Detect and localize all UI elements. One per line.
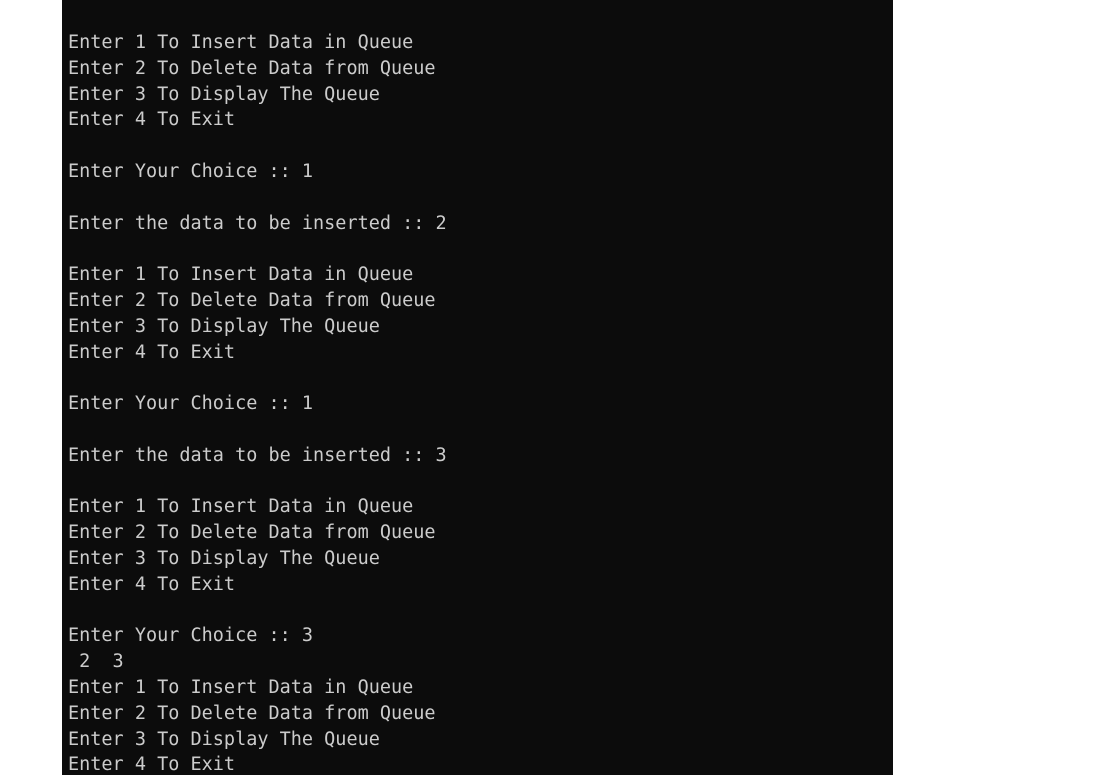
console-line: Enter 2 To Delete Data from Queue (68, 289, 436, 311)
console-line: Enter 1 To Insert Data in Queue (68, 264, 414, 286)
console-line: Enter 3 To Display The Queue (68, 547, 380, 569)
console-line: Enter 3 To Display The Queue (68, 728, 380, 750)
console-line: Enter 2 To Delete Data from Queue (68, 702, 436, 724)
console-line: Enter 4 To Exit (68, 109, 236, 131)
console-line: Enter 2 To Delete Data from Queue (68, 522, 436, 544)
console-line: Enter 1 To Insert Data in Queue (68, 496, 414, 518)
console-line: Enter 3 To Display The Queue (68, 83, 380, 105)
console-window[interactable]: Enter 1 To Insert Data in Queue Enter 2 T… (62, 0, 893, 775)
console-line: Enter 3 To Display The Queue (68, 315, 380, 337)
console-line: Enter 4 To Exit (68, 341, 236, 363)
console-line: Enter Your Choice :: 1 (68, 393, 314, 415)
console-output: Enter 1 To Insert Data in Queue Enter 2 T… (68, 30, 447, 775)
console-line: Enter Your Choice :: 1 (68, 160, 314, 182)
console-line: Enter 4 To Exit (68, 573, 236, 595)
console-line: Enter 1 To Insert Data in Queue (68, 676, 414, 698)
console-line: Enter the data to be inserted :: 3 (68, 444, 447, 466)
console-line: 2 3 (68, 651, 124, 673)
console-line: Enter 4 To Exit (68, 754, 236, 775)
console-line: Enter 2 To Delete Data from Queue (68, 57, 436, 79)
console-line: Enter the data to be inserted :: 2 (68, 212, 447, 234)
console-line: Enter Your Choice :: 3 (68, 625, 314, 647)
console-line: Enter 1 To Insert Data in Queue (68, 32, 414, 53)
